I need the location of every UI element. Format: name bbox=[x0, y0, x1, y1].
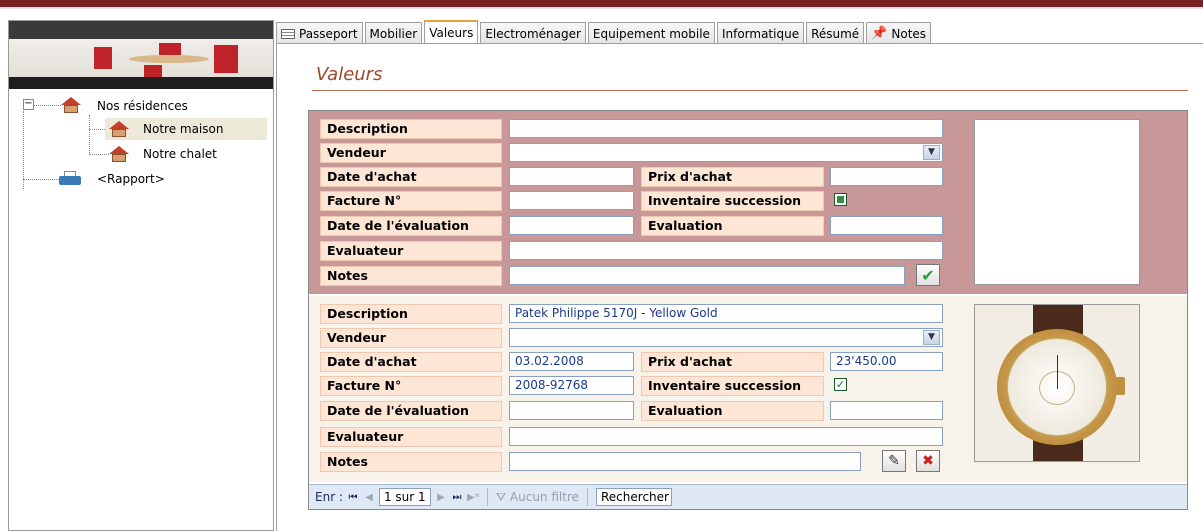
tree-item-label: Nos résidences bbox=[97, 99, 188, 113]
notes-field[interactable] bbox=[509, 266, 905, 285]
last-record-icon[interactable]: ⏭ bbox=[451, 492, 463, 503]
date-achat-field[interactable] bbox=[509, 167, 634, 186]
tab-valeurs[interactable]: Valeurs bbox=[424, 20, 479, 44]
previous-record-icon[interactable]: ◀ bbox=[363, 492, 375, 503]
inventaire-label: Inventaire succession bbox=[641, 376, 824, 396]
edit-icon: ✎ bbox=[888, 453, 900, 469]
facture-field[interactable] bbox=[509, 191, 634, 210]
date-evaluation-label: Date de l'évaluation bbox=[320, 216, 502, 236]
vendeur-label: Vendeur bbox=[320, 328, 502, 348]
vendeur-combo[interactable] bbox=[509, 328, 943, 347]
tree-item-nos-residences[interactable]: Nos résidences bbox=[61, 95, 261, 117]
evaluateur-label: Evaluateur bbox=[320, 427, 502, 447]
pushpin-icon: 📌 bbox=[871, 25, 888, 41]
tree-item-label: Notre maison bbox=[143, 122, 224, 136]
inventaire-checkbox[interactable]: ✓ bbox=[834, 378, 847, 391]
inventaire-checkbox[interactable] bbox=[834, 193, 847, 206]
inventaire-label: Inventaire succession bbox=[641, 191, 824, 211]
tab-notes[interactable]: 📌 Notes bbox=[866, 22, 932, 44]
form-icon bbox=[281, 28, 295, 39]
date-evaluation-label: Date de l'évaluation bbox=[320, 401, 502, 421]
chevron-down-icon[interactable]: ▼ bbox=[923, 145, 940, 160]
evaluateur-label: Evaluateur bbox=[320, 241, 502, 261]
house-icon bbox=[109, 121, 129, 137]
top-accent-bar bbox=[0, 0, 1203, 7]
chair-shape bbox=[144, 65, 162, 77]
prix-achat-label: Prix d'achat bbox=[641, 352, 824, 372]
chair-shape bbox=[94, 47, 112, 69]
house-icon bbox=[109, 146, 129, 162]
tree-item-rapport[interactable]: <Rapport> bbox=[59, 168, 259, 190]
title-divider bbox=[312, 90, 1188, 91]
record-label: Enr : bbox=[315, 490, 343, 504]
evaluation-label: Evaluation bbox=[641, 216, 824, 236]
close-icon: ✖ bbox=[922, 453, 934, 469]
chevron-down-icon[interactable]: ▼ bbox=[923, 330, 940, 345]
evaluation-field[interactable] bbox=[830, 401, 943, 420]
tab-electromenager[interactable]: Electroménager bbox=[480, 22, 586, 44]
evaluateur-field[interactable] bbox=[509, 241, 943, 260]
save-button[interactable]: ✔ bbox=[916, 264, 940, 286]
facture-field[interactable]: 2008-92768 bbox=[509, 376, 634, 395]
tree-item-label: <Rapport> bbox=[97, 172, 165, 186]
tree-item-notre-maison[interactable]: Notre maison bbox=[105, 118, 267, 140]
next-record-icon[interactable]: ▶ bbox=[435, 492, 447, 503]
facture-label: Facture N° bbox=[320, 376, 502, 396]
residence-banner-image bbox=[9, 21, 273, 89]
date-achat-field[interactable]: 03.02.2008 bbox=[509, 352, 634, 371]
notes-field[interactable] bbox=[509, 452, 861, 471]
description-field[interactable]: Patek Philippe 5170J - Yellow Gold bbox=[509, 304, 943, 323]
description-field[interactable] bbox=[509, 119, 943, 138]
date-evaluation-field[interactable] bbox=[509, 216, 634, 235]
printer-icon bbox=[59, 171, 81, 187]
tab-resume[interactable]: Résumé bbox=[806, 22, 865, 44]
collapse-toggle[interactable]: − bbox=[23, 99, 34, 110]
tab-passeport[interactable]: Passeport bbox=[276, 22, 363, 44]
prix-achat-label: Prix d'achat bbox=[641, 167, 824, 187]
filter-indicator[interactable]: ⛛ Aucun filtre bbox=[496, 490, 579, 505]
record-navigation-bar: Enr : ⏮ ◀ 1 sur 1 ▶ ⏭ ▶* ⛛ Aucun filtre … bbox=[309, 484, 1187, 509]
top-accent-line bbox=[0, 7, 1203, 9]
description-label: Description bbox=[320, 119, 502, 139]
house-icon bbox=[61, 97, 81, 113]
new-record-icon[interactable]: ▶* bbox=[467, 492, 480, 503]
vendeur-combo[interactable] bbox=[509, 143, 943, 162]
edit-button[interactable]: ✎ bbox=[882, 450, 906, 472]
table-shape bbox=[129, 55, 209, 63]
first-record-icon[interactable]: ⏮ bbox=[347, 492, 359, 503]
search-input[interactable]: Rechercher bbox=[596, 488, 672, 506]
tab-informatique[interactable]: Informatique bbox=[716, 22, 805, 44]
tree-item-notre-chalet[interactable]: Notre chalet bbox=[105, 143, 267, 165]
notes-label: Notes bbox=[320, 452, 502, 472]
page-title: Valeurs bbox=[316, 64, 383, 85]
evaluation-label: Evaluation bbox=[641, 401, 824, 421]
photo-placeholder[interactable] bbox=[974, 119, 1140, 285]
notes-label: Notes bbox=[320, 266, 502, 286]
chair-shape bbox=[214, 45, 238, 73]
tab-mobilier[interactable]: Mobilier bbox=[364, 22, 423, 44]
checkmark-icon: ✔ bbox=[921, 265, 935, 285]
chair-shape bbox=[159, 43, 181, 55]
tab-bar: Passeport Mobilier Valeurs Electroménage… bbox=[276, 20, 933, 44]
description-label: Description bbox=[320, 304, 502, 324]
date-achat-label: Date d'achat bbox=[320, 352, 502, 372]
date-evaluation-field[interactable] bbox=[509, 401, 634, 420]
current-record-field[interactable]: 1 sur 1 bbox=[378, 488, 431, 506]
tab-equipement-mobile[interactable]: Equipement mobile bbox=[587, 22, 715, 44]
evaluateur-field[interactable] bbox=[509, 427, 943, 446]
delete-button[interactable]: ✖ bbox=[916, 450, 940, 472]
vendeur-label: Vendeur bbox=[320, 143, 502, 163]
facture-label: Facture N° bbox=[320, 191, 502, 211]
tree-item-label: Notre chalet bbox=[143, 147, 217, 161]
prix-achat-field[interactable] bbox=[830, 167, 943, 186]
navigation-panel: − Nos résidences Notre maison Notre chal… bbox=[8, 20, 274, 531]
evaluation-field[interactable] bbox=[830, 216, 943, 235]
prix-achat-field[interactable]: 23'450.00 bbox=[830, 352, 943, 371]
date-achat-label: Date d'achat bbox=[320, 167, 502, 187]
funnel-icon: ⛛ bbox=[495, 489, 507, 504]
watch-photo[interactable] bbox=[974, 304, 1140, 462]
